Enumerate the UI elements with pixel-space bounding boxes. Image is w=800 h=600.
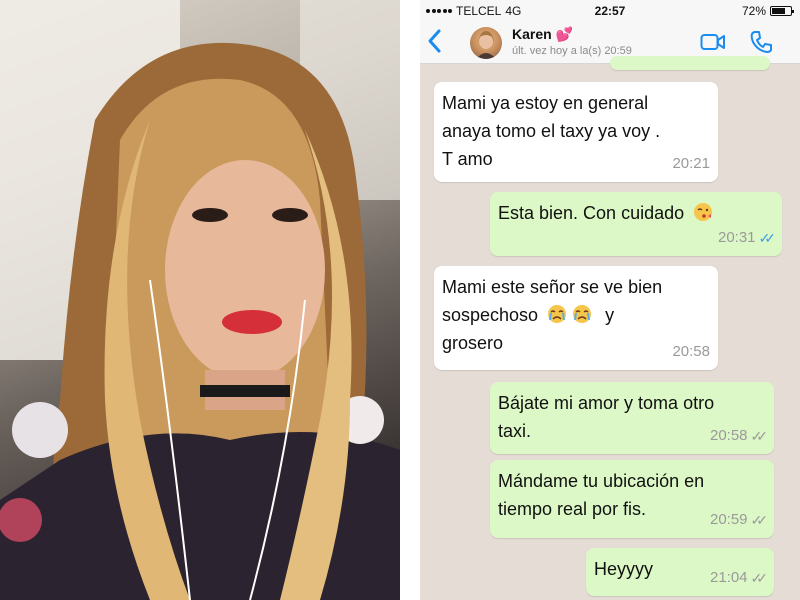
message-bubble-outgoing[interactable]: Mándame tu ubicación en tiempo real por … (490, 460, 774, 538)
message-bubble-partial (610, 56, 770, 70)
message-bubble-outgoing[interactable]: Esta bien. Con cuidado 20:31 ✓✓ (490, 192, 782, 256)
crying-face-icon (573, 305, 592, 323)
message-time: 21:04 (709, 569, 748, 586)
video-call-button[interactable] (700, 32, 726, 52)
phone-icon (750, 31, 772, 53)
crying-face-icon (548, 305, 567, 323)
phone-screen: TELCEL 4G 22:57 72% Karen 💕 últ. vez hoy… (420, 0, 800, 600)
selfie-illustration (0, 0, 400, 600)
message-bubble-incoming[interactable]: Mami este señor se ve bien sospechoso y … (434, 266, 718, 370)
message-time: 20:21 (672, 155, 710, 172)
voice-call-button[interactable] (750, 30, 772, 54)
back-button[interactable] (426, 28, 450, 56)
delivered-receipt-icon: ✓✓ (750, 570, 769, 586)
battery-percent: 72% (741, 4, 766, 18)
battery-icon (770, 6, 794, 16)
message-text-line: Bájate mi amor y toma otro (498, 393, 715, 413)
message-time: 20:31 (717, 229, 756, 246)
message-text-line: grosero (442, 333, 504, 353)
message-time: 20:58 (672, 343, 710, 360)
message-text-line: anaya tomo el taxy ya voy . (442, 121, 661, 141)
selfie-photo (0, 0, 400, 600)
message-text-suffix: y (605, 305, 615, 325)
video-camera-icon (700, 34, 725, 50)
chevron-left-icon (428, 29, 441, 53)
message-text-line: T amo (442, 149, 493, 169)
read-receipt-icon: ✓✓ (758, 230, 777, 246)
message-text-line: Mami ya estoy en general (442, 93, 649, 113)
message-bubble-incoming[interactable]: Mami ya estoy en general anaya tomo el t… (434, 82, 718, 182)
kissing-face-icon (694, 203, 713, 221)
message-bubble-outgoing[interactable]: Bájate mi amor y toma otro taxi. 20:58 ✓… (490, 382, 774, 454)
message-text-line: Mami este señor se ve bien (442, 277, 663, 297)
message-time: 20:59 (709, 511, 748, 528)
message-time: 20:58 (709, 427, 748, 444)
delivered-receipt-icon: ✓✓ (750, 512, 769, 528)
message-list[interactable]: Mami ya estoy en general anaya tomo el t… (420, 56, 800, 600)
message-text: Heyyyy (594, 559, 654, 579)
message-text: Esta bien. Con cuidado (498, 203, 685, 223)
message-bubble-outgoing[interactable]: Heyyyy 21:04 ✓✓ (586, 548, 774, 596)
contact-avatar[interactable] (470, 27, 502, 59)
message-text-line: Mándame tu ubicación en (498, 471, 705, 491)
message-text-line: sospechoso (442, 305, 539, 325)
delivered-receipt-icon: ✓✓ (750, 428, 769, 444)
contact-name[interactable]: Karen 💕 (512, 26, 573, 43)
status-bar: TELCEL 4G 22:57 72% (420, 0, 800, 22)
last-seen: últ. vez hoy a la(s) 20:59 (512, 45, 632, 57)
avatar-image (476, 31, 496, 59)
